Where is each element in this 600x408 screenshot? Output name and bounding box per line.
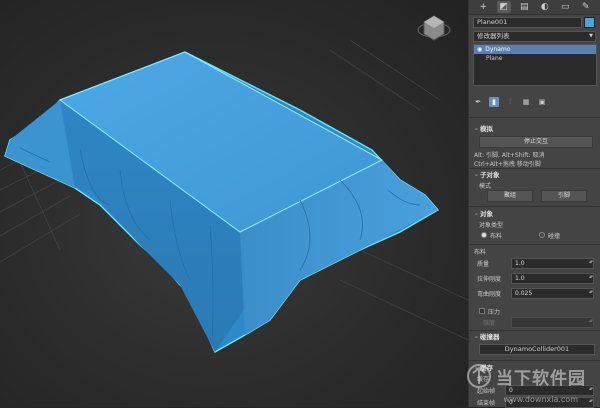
end-frame-label: 结束帧 (477, 400, 496, 407)
watermark-url: www.downxia.com (503, 395, 578, 404)
command-panel: + ◩ ▤ ◐ ▭ ✎ Plane001 修改器列表 ▼ ◉ Dynamo Pl… (468, 0, 600, 408)
watermark: 当下软件园 (466, 363, 586, 389)
remove-modifier-icon[interactable]: ▦ (521, 97, 531, 107)
stack-item-label: Plane (486, 55, 503, 62)
watermark-name: 当下软件园 (496, 368, 586, 389)
simulation-section-title[interactable]: 模拟 (469, 124, 600, 134)
object-section-title[interactable]: 对象 (469, 209, 600, 219)
subobject-section-title[interactable]: 子对象 (469, 170, 600, 180)
stack-item-plane[interactable]: Plane (474, 54, 596, 63)
radio-cloth[interactable] (481, 232, 487, 238)
viewport-scene (0, 15, 468, 353)
stack-item-label: Dynamo (485, 46, 511, 53)
stack-tools: ✒ ▮ ⫶ ▦ ▣ (473, 96, 595, 108)
utilities-tab-icon[interactable]: ✎ (579, 1, 593, 13)
show-end-result-icon[interactable]: ▮ (489, 97, 499, 107)
chevron-down-icon: ▼ (589, 33, 593, 39)
pin-stack-icon[interactable]: ✒ (473, 97, 483, 107)
stretch-input[interactable]: 1.0 (511, 273, 594, 284)
object-name-input[interactable]: Plane001 (473, 17, 582, 28)
collider-section-title[interactable]: 碰撞器 (469, 332, 600, 342)
modifier-stack[interactable]: ◉ Dynamo Plane (473, 44, 597, 86)
gather-button[interactable]: 聚组 (487, 190, 533, 202)
pressure-strength-label: 强度 (483, 320, 496, 327)
panel-tabs: + ◩ ▤ ◐ ▭ ✎ (469, 0, 600, 15)
pressure-checkbox[interactable] (479, 308, 485, 314)
mass-input[interactable]: 1.0 (511, 258, 594, 269)
mass-label: 质量 (477, 261, 490, 268)
motion-tab-icon[interactable]: ◐ (538, 1, 552, 13)
viewcube-icon[interactable] (417, 15, 451, 41)
pressure-strength-input[interactable] (511, 317, 594, 328)
bend-input[interactable]: 0.025 (511, 288, 594, 299)
watermark-logo-icon (467, 364, 491, 388)
stop-interaction-button[interactable]: 停止交互 (479, 136, 593, 148)
make-unique-icon[interactable]: ⫶ (505, 97, 515, 107)
collider-list[interactable]: DynamoCollider001 (479, 344, 595, 355)
display-tab-icon[interactable]: ▭ (558, 1, 572, 13)
stack-item-dynamo[interactable]: ◉ Dynamo (474, 45, 596, 54)
radio-collision[interactable] (539, 232, 545, 238)
simulation-hint-1: Alt: 引脚, Alt+Shift: 取消 (474, 152, 545, 159)
radio-collision-label: 碰撞 (548, 233, 561, 240)
create-tab-icon[interactable]: + (476, 1, 490, 13)
hierarchy-tab-icon[interactable]: ▤ (517, 1, 531, 13)
viewport[interactable] (0, 0, 468, 407)
eye-icon[interactable]: ◉ (477, 45, 482, 54)
stretch-label: 拉伸刚度 (477, 276, 502, 283)
modifier-list-dropdown[interactable]: 修改器列表 ▼ (473, 31, 596, 42)
object-type-label: 对象类型 (479, 222, 504, 229)
mode-label: 模式 (479, 183, 492, 190)
modifier-list-label: 修改器列表 (477, 32, 510, 40)
modify-tab-icon[interactable]: ◩ (496, 1, 511, 13)
radio-cloth-label: 布料 (490, 233, 503, 240)
object-color-swatch[interactable] (584, 17, 595, 28)
pin-button[interactable]: 引脚 (541, 190, 587, 202)
simulation-hint-2: Ctrl+Alt+拖拽 移动引脚 (474, 161, 541, 168)
configure-sets-icon[interactable]: ▣ (537, 97, 547, 107)
cloth-group-label: 布料 (474, 249, 487, 256)
pressure-label: 压力 (488, 309, 501, 316)
bend-label: 弯曲刚度 (477, 291, 502, 298)
